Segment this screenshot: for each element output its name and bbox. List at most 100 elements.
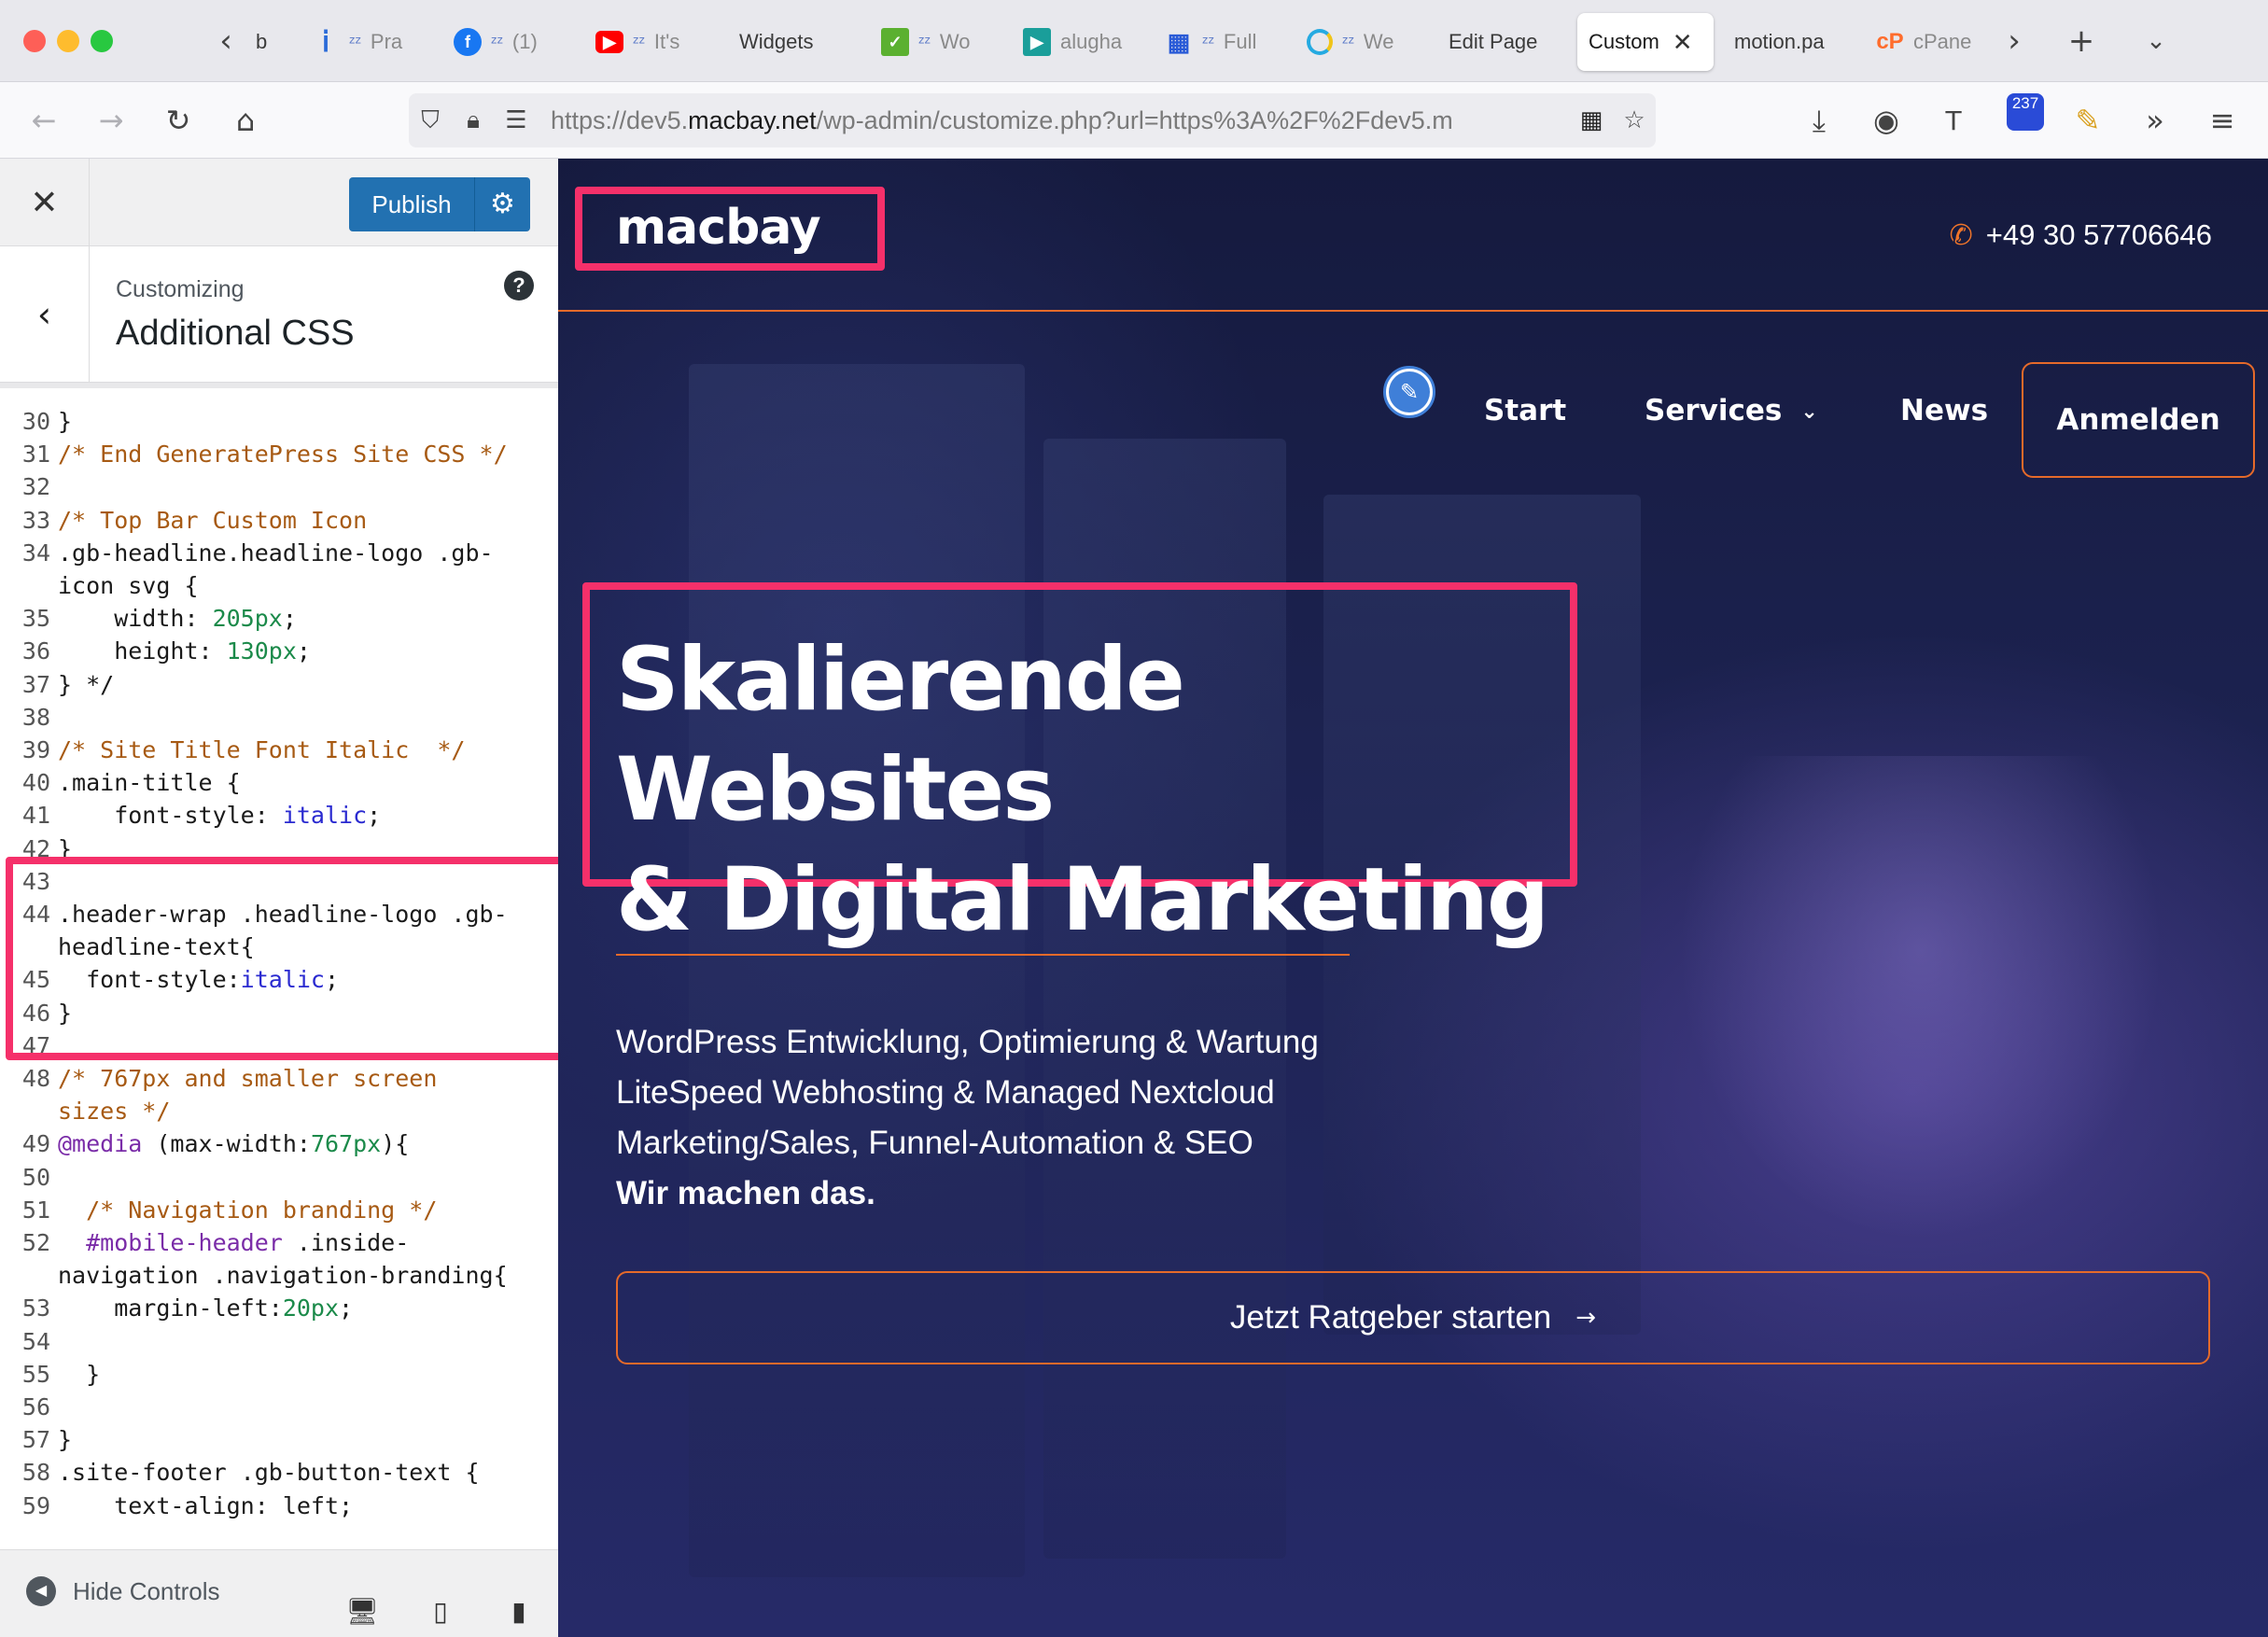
window-close-button[interactable] (23, 30, 46, 52)
extension-badge-count[interactable]: 237 (2007, 93, 2044, 131)
code-line[interactable]: 49 @media (max-width:767px){ (0, 1127, 558, 1161)
tab-1[interactable]: ⅰ ᶻᶻ Pra (301, 13, 422, 71)
tab-12[interactable]: cP cPane (1865, 13, 1986, 71)
code-line[interactable]: 40 .main-title { (0, 766, 558, 800)
code-text: } (58, 1426, 73, 1454)
tab-10-active[interactable]: Custom ✕ (1577, 13, 1714, 71)
cta-button[interactable]: Jetzt Ratgeber starten → (616, 1271, 2210, 1364)
code-line[interactable]: 31 /* End GeneratePress Site CSS */ (0, 438, 558, 471)
code-line[interactable]: 41 font-style: italic; (0, 799, 558, 832)
code-line[interactable]: 55 } (0, 1358, 558, 1392)
desktop-preview-icon[interactable]: 🖥︎ (343, 1593, 381, 1630)
section-header: ‹ Customizing Additional CSS ? (0, 246, 558, 383)
help-icon[interactable]: ? (504, 271, 534, 301)
tab-5[interactable]: ✓ ᶻᶻ Wo (870, 13, 991, 71)
extension-eye-icon[interactable]: ◉ (1863, 97, 1910, 144)
code-line[interactable]: 36 height: 130px; (0, 635, 558, 668)
forward-icon[interactable]: → (88, 97, 134, 144)
code-line[interactable]: 51 /* Navigation branding */ (0, 1194, 558, 1227)
site-logo[interactable]: macbay (616, 200, 821, 256)
menu-item-start[interactable]: Start (1484, 394, 1566, 427)
tab-6[interactable]: ▶ alugha (1012, 13, 1133, 71)
close-customizer-icon[interactable]: ✕ (0, 159, 90, 246)
hero-line: WordPress Entwicklung, Optimierung & War… (616, 1024, 1319, 1060)
code-line[interactable]: 37} */ (0, 668, 558, 702)
address-bar[interactable]: ⛉ 🔒︎ ☰ https://dev5.macbay.net/wp-admin/… (409, 93, 1656, 147)
tab-label: Pra (370, 30, 403, 53)
code-line[interactable]: 34 .gb-headline.headline-logo .gb- (0, 537, 558, 570)
code-text: navigation .navigation-branding{ (58, 1262, 508, 1290)
hamburger-menu-icon[interactable]: ≡ (2199, 97, 2246, 144)
edit-shortcut-button[interactable]: ✎ (1383, 366, 1435, 418)
line-number: 31 (21, 441, 50, 469)
downloads-icon[interactable]: ⤓ (1796, 97, 1842, 144)
tab-11[interactable]: motion.pa (1723, 13, 1844, 71)
back-chevron-icon[interactable]: ‹ (0, 246, 90, 383)
lock-icon[interactable]: 🔒︎ (452, 93, 495, 147)
code-line[interactable]: 53 margin-left:20px; (0, 1292, 558, 1325)
code-line[interactable]: 38 (0, 701, 558, 735)
tabs-scroll-left-icon[interactable]: ‹ (207, 19, 245, 63)
menu-item-services[interactable]: Services ⌄ (1645, 394, 1818, 427)
code-line[interactable]: 52 #mobile-header .inside- (0, 1226, 558, 1260)
code-text: .main-title { (58, 769, 241, 797)
snooze-icon: ᶻᶻ (633, 32, 645, 51)
phone-link[interactable]: ✆ +49 30 57706646 (1950, 218, 2212, 252)
play-icon: ▶ (1023, 28, 1051, 56)
tab-list-icon[interactable]: ⌄ (2137, 19, 2175, 63)
code-text: height: 130px; (58, 637, 311, 665)
login-button[interactable]: Anmelden (2022, 362, 2255, 478)
tab-3[interactable]: ▶ ᶻᶻ It's (584, 13, 706, 71)
url-text[interactable]: https://dev5.macbay.net/wp-admin/customi… (538, 106, 1570, 135)
code-line[interactable]: 35 width: 205px; (0, 602, 558, 636)
code-line[interactable]: 32 (0, 470, 558, 504)
home-icon[interactable]: ⌂ (222, 97, 269, 144)
overflow-extensions-icon[interactable]: » (2132, 97, 2178, 144)
new-tab-icon[interactable]: + (2063, 19, 2100, 63)
tab-9[interactable]: Edit Page (1437, 13, 1559, 71)
code-line[interactable]: 30} (0, 405, 558, 439)
tab-2[interactable]: f ᶻᶻ (1) (442, 13, 564, 71)
menu-item-news[interactable]: News (1900, 394, 1988, 427)
qr-code-icon[interactable]: ▦ (1570, 93, 1613, 147)
tabs-scroll-right-icon[interactable]: › (1995, 19, 2033, 63)
tab-0[interactable]: b (245, 13, 282, 71)
code-text: .site-footer .gb-button-text { (58, 1459, 480, 1487)
hide-controls-button[interactable]: ◀ Hide Controls (26, 1576, 220, 1606)
code-text: /* End GeneratePress Site CSS */ (58, 441, 508, 469)
code-line[interactable]: 39 /* Site Title Font Italic */ (0, 734, 558, 767)
tablet-preview-icon[interactable]: ▯ (422, 1593, 459, 1630)
code-line[interactable]: 58 .site-footer .gb-button-text { (0, 1456, 558, 1490)
extension-broom-icon[interactable]: ✎ (2065, 97, 2111, 144)
tab-label: (1) (511, 30, 538, 53)
code-line[interactable]: icon svg { (0, 569, 558, 603)
code-line[interactable]: sizes */ (0, 1095, 558, 1128)
back-icon[interactable]: ← (21, 97, 67, 144)
bookmark-star-icon[interactable]: ☆ (1613, 93, 1656, 147)
publish-button[interactable]: Publish ⚙ (349, 177, 530, 231)
close-tab-icon[interactable]: ✕ (1673, 28, 1693, 57)
window-minimize-button[interactable] (57, 30, 79, 52)
tab-7[interactable]: ▦ ᶻᶻ Full (1154, 13, 1275, 71)
text-extension-icon[interactable]: T (1930, 97, 1977, 144)
mobile-preview-icon[interactable]: ▮ (500, 1593, 538, 1630)
code-line[interactable]: 48 /* 767px and smaller screen (0, 1062, 558, 1096)
code-line[interactable]: navigation .navigation-branding{ (0, 1259, 558, 1293)
code-line[interactable]: 54 (0, 1325, 558, 1359)
code-line[interactable]: 57} (0, 1423, 558, 1457)
code-line[interactable]: 56 (0, 1391, 558, 1424)
tab-label: Wo (939, 30, 971, 53)
code-line[interactable]: 50 (0, 1161, 558, 1195)
code-line[interactable]: 59 text-align: left; (0, 1490, 558, 1523)
hero-subtitle: WordPress Entwicklung, Optimierung & War… (616, 1017, 1456, 1219)
code-line[interactable]: 33 /* Top Bar Custom Icon (0, 504, 558, 538)
permissions-icon[interactable]: ☰ (495, 93, 538, 147)
chevron-down-icon: ⌄ (1800, 400, 1818, 424)
gear-icon[interactable]: ⚙ (474, 177, 530, 231)
window-zoom-button[interactable] (91, 30, 113, 52)
tab-4[interactable]: Widgets (728, 13, 849, 71)
snooze-icon: ᶻᶻ (1202, 32, 1214, 51)
tab-8[interactable]: ᶻᶻ We (1295, 13, 1417, 71)
reload-icon[interactable]: ↻ (155, 97, 202, 144)
shield-icon[interactable]: ⛉ (409, 93, 452, 147)
